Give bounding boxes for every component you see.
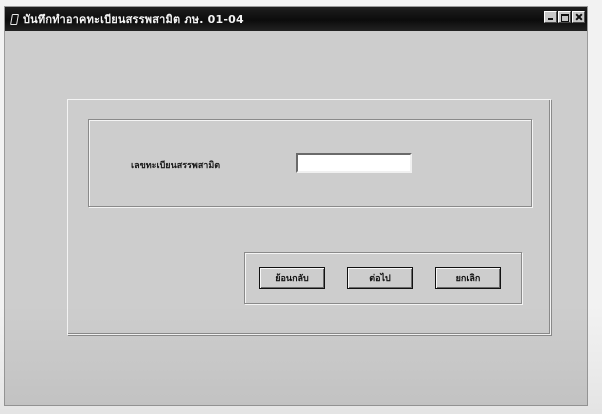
cancel-button[interactable]: ยกเลิก (435, 267, 501, 289)
window-controls (544, 11, 585, 23)
next-button[interactable]: ต่อไป (347, 267, 413, 289)
button-group-frame: ย้อนกลับ ต่อไป ยกเลิก (244, 252, 522, 304)
application-icon[interactable] (9, 12, 19, 26)
back-button[interactable]: ย้อนกลับ (259, 267, 325, 289)
form-group-frame: เลขทะเบียนสรรพสามิต ย้อนกลับ ต่อไป ยกเลิ… (67, 99, 551, 335)
minimize-icon[interactable] (544, 11, 557, 23)
title-bar[interactable]: บันทึกทำอาคทะเบียนสรรพสามิต ภษ. 01-04 (5, 7, 587, 31)
close-icon[interactable] (572, 11, 585, 23)
window-title: บันทึกทำอาคทะเบียนสรรพสามิต ภษ. 01-04 (23, 13, 244, 26)
registration-number-label: เลขทะเบียนสรรพสามิต (131, 161, 221, 171)
maximize-icon[interactable] (558, 11, 571, 23)
window-client-area: เลขทะเบียนสรรพสามิต ย้อนกลับ ต่อไป ยกเลิ… (5, 31, 587, 405)
application-window: บันทึกทำอาคทะเบียนสรรพสามิต ภษ. 01-04 เล… (4, 6, 588, 406)
registration-number-field[interactable] (296, 153, 412, 173)
input-group-frame: เลขทะเบียนสรรพสามิต (88, 119, 532, 207)
